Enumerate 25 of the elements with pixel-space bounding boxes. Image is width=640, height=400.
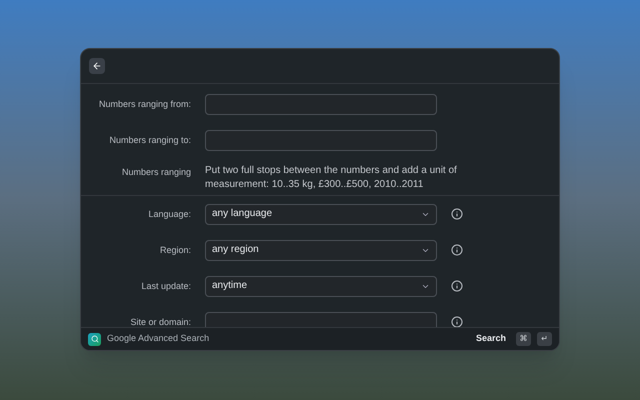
input-field[interactable] xyxy=(205,130,437,150)
key-hint: ↵ xyxy=(537,332,552,346)
info-icon[interactable] xyxy=(451,208,463,220)
back-button[interactable] xyxy=(89,58,105,74)
dropdown[interactable]: any language xyxy=(205,204,437,224)
field-label: Site or domain: xyxy=(130,317,191,327)
field-label: Region: xyxy=(160,245,191,255)
help-text: Put two full stops between the numbers and add a unit of measurement: 10..35 kg, £300..£500, 2010..2011 xyxy=(205,164,458,192)
extension-title: Google Advanced Search xyxy=(107,332,210,346)
dropdown[interactable]: any region xyxy=(205,240,437,260)
input-field[interactable] xyxy=(205,312,437,327)
field-label: Last update: xyxy=(141,281,191,291)
field-label: Numbers ranging from: xyxy=(98,99,191,109)
dropdown[interactable]: anytime xyxy=(205,276,437,296)
search-action[interactable]: Search xyxy=(476,332,506,346)
back-arrow-icon xyxy=(92,61,102,71)
field-label: Numbers ranging to: xyxy=(109,135,191,145)
field-label: Numbers ranging xyxy=(122,167,191,177)
search-icon xyxy=(88,332,101,346)
input-field[interactable] xyxy=(205,94,437,114)
info-icon[interactable] xyxy=(451,280,463,292)
key-hint: ⌘ xyxy=(516,332,531,346)
info-icon[interactable] xyxy=(451,316,463,327)
info-icon[interactable] xyxy=(451,244,463,256)
field-label: Language: xyxy=(148,209,191,219)
